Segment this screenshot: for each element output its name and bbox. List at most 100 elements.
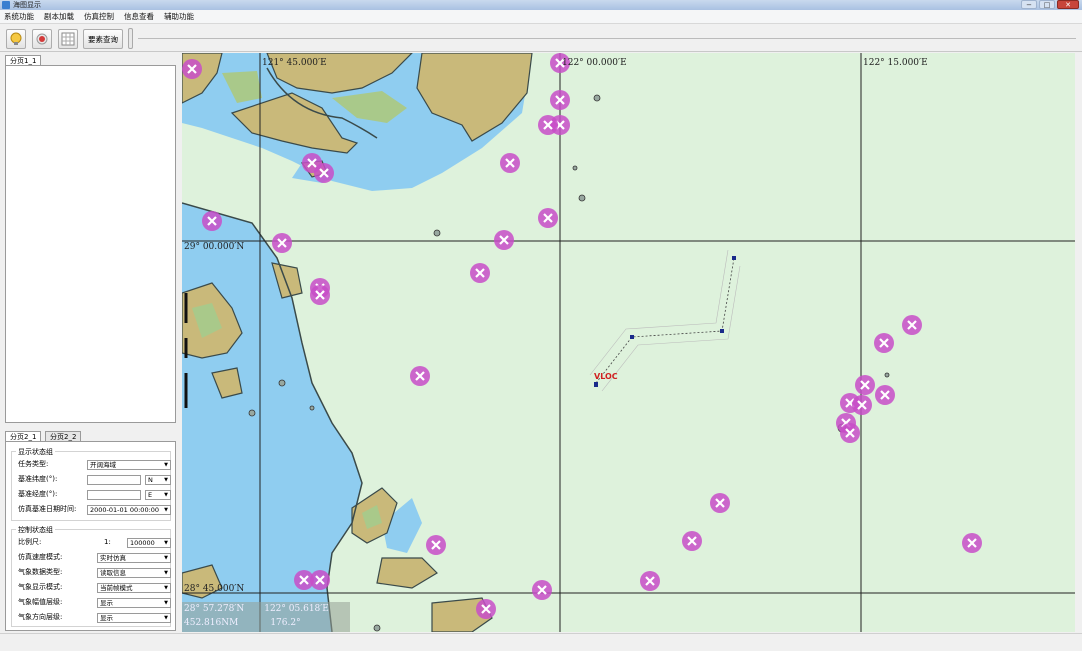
- weather-display-label: 气象显示模式:: [18, 583, 63, 591]
- feature-query-button[interactable]: 要素查询: [83, 29, 123, 49]
- readout-lon: 122° 05.618′E: [264, 604, 329, 614]
- obstruction-marker-icon[interactable]: [310, 570, 330, 590]
- lon-label-3: 122° 15.000′E: [863, 58, 928, 68]
- base-lon-input[interactable]: [87, 490, 141, 500]
- weather-data-label: 气象数据类型:: [18, 568, 63, 576]
- base-lon-label: 基准经度(°):: [18, 490, 58, 498]
- scale-prefix: 1:: [104, 538, 111, 546]
- obstruction-marker-icon[interactable]: [500, 153, 520, 173]
- menu-aux[interactable]: 辅助功能: [164, 11, 194, 22]
- obstruction-marker-icon[interactable]: [410, 366, 430, 386]
- display-state-group: 显示状态组 任务类型: 开阔海域 ▼ 基准纬度(°): N ▼ 基准经度(°): E…: [11, 447, 171, 521]
- chevron-down-icon: ▼: [164, 540, 168, 546]
- chart-map[interactable]: 121° 45.000′E 122° 00.000′E 122° 15.000′…: [182, 53, 1075, 632]
- chevron-down-icon: ▼: [164, 555, 168, 561]
- lat-hemisphere-select[interactable]: N ▼: [145, 475, 171, 485]
- obstruction-marker-icon[interactable]: [202, 211, 222, 231]
- minimize-button[interactable]: −: [1021, 0, 1037, 9]
- obstruction-marker-icon[interactable]: [310, 285, 330, 305]
- app-icon: [2, 1, 10, 9]
- grid-icon: [61, 32, 75, 46]
- speed-mode-select[interactable]: 实时仿真 ▼: [97, 553, 171, 563]
- toolbar-divider: [138, 38, 1076, 39]
- toolbar: 要素查询: [0, 25, 1082, 52]
- obstruction-marker-icon[interactable]: [902, 315, 922, 335]
- record-icon: [36, 33, 48, 45]
- status-bar: [0, 633, 1082, 651]
- toolbar-grip[interactable]: [128, 28, 133, 49]
- obstruction-marker-icon[interactable]: [640, 571, 660, 591]
- page2-content: 显示状态组 任务类型: 开阔海域 ▼ 基准纬度(°): N ▼ 基准经度(°): E…: [5, 441, 176, 631]
- page1-content: [5, 65, 176, 423]
- menu-system[interactable]: 系统功能: [4, 11, 34, 22]
- task-type-select[interactable]: 开阔海域 ▼: [87, 460, 171, 470]
- vloc-label: VLOC: [594, 372, 618, 381]
- obstruction-marker-icon[interactable]: [962, 533, 982, 553]
- obstruction-marker-icon[interactable]: [314, 163, 334, 183]
- display-group-title: 显示状态组: [16, 447, 55, 457]
- obstruction-marker-icon[interactable]: [494, 230, 514, 250]
- weather-amp-select[interactable]: 显示 ▼: [97, 598, 171, 608]
- chevron-down-icon: ▼: [164, 507, 168, 513]
- bulb-button[interactable]: [6, 29, 26, 49]
- weather-dir-label: 气象方向层级:: [18, 613, 63, 621]
- readout-lat: 28° 57.278′N: [184, 604, 245, 614]
- chevron-down-icon: ▼: [164, 585, 168, 591]
- obstruction-marker-icon[interactable]: [470, 263, 490, 283]
- base-lat-input[interactable]: [87, 475, 141, 485]
- cursor-readout: 28° 57.278′N 122° 05.618′E 452.816NM 176.2…: [182, 602, 350, 632]
- grid-button[interactable]: [58, 29, 78, 49]
- close-button[interactable]: ✕: [1057, 0, 1079, 9]
- track-route: [589, 249, 741, 392]
- menu-sim-control[interactable]: 仿真控制: [84, 11, 114, 22]
- weather-dir-select[interactable]: 显示 ▼: [97, 613, 171, 623]
- obstruction-marker-icon[interactable]: [426, 535, 446, 555]
- lon-label-2: 122° 00.000′E: [562, 58, 627, 68]
- base-lat-label: 基准纬度(°):: [18, 475, 58, 483]
- speed-mode-label: 仿真速度模式:: [18, 553, 63, 561]
- lon-hemisphere-select[interactable]: E ▼: [145, 490, 171, 500]
- obstruction-marker-icon[interactable]: [852, 395, 872, 415]
- record-button[interactable]: [32, 29, 52, 49]
- lon-label-1: 121° 45.000′E: [262, 58, 327, 68]
- obstruction-marker-icon[interactable]: [550, 90, 570, 110]
- control-group-title: 控制状态组: [16, 525, 55, 535]
- readout-distance: 452.816NM: [184, 618, 239, 628]
- obstruction-marker-icon[interactable]: [875, 385, 895, 405]
- sim-time-label: 仿真基准日期时间:: [18, 505, 77, 513]
- obstruction-marker-icon[interactable]: [874, 333, 894, 353]
- weather-display-select[interactable]: 当前帧模式 ▼: [97, 583, 171, 593]
- weather-amp-label: 气象幅值层级:: [18, 598, 63, 606]
- menu-script-load[interactable]: 剧本加载: [44, 11, 74, 22]
- obstruction-marker-icon[interactable]: [476, 599, 496, 619]
- lat-label-1: 29° 00.000′N: [184, 242, 244, 252]
- chevron-down-icon: ▼: [164, 492, 168, 498]
- scale-label: 比例尺:: [18, 538, 42, 546]
- obstruction-marker-icon[interactable]: [538, 208, 558, 228]
- window-title: 海图显示: [13, 1, 41, 9]
- obstruction-marker-icon[interactable]: [682, 531, 702, 551]
- lat-label-2: 28° 45.000′N: [184, 584, 244, 594]
- weather-data-select[interactable]: 读取信息 ▼: [97, 568, 171, 578]
- obstruction-marker-icon[interactable]: [710, 493, 730, 513]
- obstruction-marker-icon[interactable]: [840, 423, 860, 443]
- menu-bar: 系统功能 剧本加载 仿真控制 信息查看 辅助功能: [0, 10, 1082, 24]
- obstruction-marker-icon[interactable]: [855, 375, 875, 395]
- chevron-down-icon: ▼: [164, 570, 168, 576]
- map-canvas[interactable]: 121° 45.000′E 122° 00.000′E 122° 15.000′…: [182, 53, 1075, 632]
- chevron-down-icon: ▼: [164, 600, 168, 606]
- obstruction-marker-icon[interactable]: [532, 580, 552, 600]
- bulb-icon: [10, 32, 22, 45]
- chevron-down-icon: ▼: [164, 477, 168, 483]
- sim-time-picker[interactable]: 2000-01-01 00:00:00 ▼: [87, 505, 171, 515]
- chevron-down-icon: ▼: [164, 615, 168, 621]
- maximize-button[interactable]: □: [1039, 0, 1055, 9]
- control-state-group: 控制状态组 比例尺: 1: 100000 ▼ 仿真速度模式: 实时仿真 ▼ 气象数据…: [11, 525, 171, 627]
- chevron-down-icon: ▼: [164, 462, 168, 468]
- scale-select[interactable]: 100000 ▼: [127, 538, 171, 548]
- obstruction-marker-icon[interactable]: [538, 115, 558, 135]
- obstruction-marker-icon[interactable]: [272, 233, 292, 253]
- menu-info-view[interactable]: 信息查看: [124, 11, 154, 22]
- obstruction-marker-icon[interactable]: [182, 59, 202, 79]
- left-panel: 分页1_1 分页2_1 分页2_2 显示状态组 任务类型: 开阔海域 ▼ 基准纬度…: [0, 52, 179, 632]
